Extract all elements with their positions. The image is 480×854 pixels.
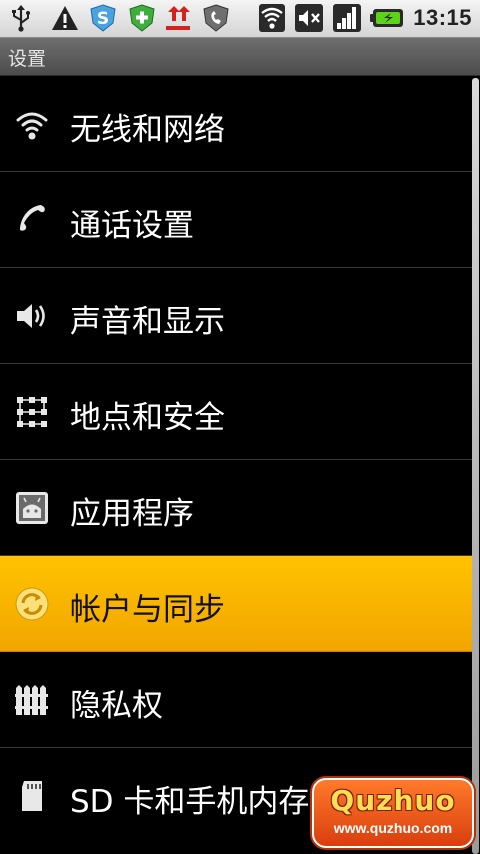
watermark-brand: Quzhuo — [330, 784, 456, 817]
wifi-icon — [259, 4, 285, 32]
plus-shield-icon — [129, 4, 155, 32]
phone-shield-icon — [203, 4, 229, 32]
settings-item-applications[interactable]: 应用程序 — [0, 460, 472, 556]
settings-item-accounts-sync[interactable]: 帐户与同步 — [0, 556, 472, 652]
settings-item-label: SD 卡和手机内存 — [70, 784, 310, 820]
shield-s-icon: S — [90, 4, 116, 32]
scrollbar[interactable] — [472, 78, 479, 854]
settings-list: 无线和网络 通话设置 声音和显示 地点和安全 应用程序 帐户与同步 隐私权 SD… — [0, 76, 472, 848]
status-time: 13:15 — [413, 5, 472, 30]
wifi-icon — [16, 112, 48, 140]
settings-item-sound-display[interactable]: 声音和显示 — [0, 268, 472, 364]
title-bar: 设置 — [0, 38, 480, 76]
settings-item-label: 帐户与同步 — [70, 592, 225, 628]
settings-item-location-security[interactable]: 地点和安全 — [0, 364, 472, 460]
settings-item-wireless[interactable]: 无线和网络 — [0, 76, 472, 172]
signal-icon — [333, 4, 361, 32]
pattern-lock-icon — [17, 397, 47, 427]
watermark-url: www.quzhuo.com — [333, 820, 453, 836]
speaker-icon — [17, 304, 45, 328]
warning-icon — [52, 6, 78, 30]
usb-icon — [12, 5, 30, 32]
sync-icon — [15, 587, 49, 621]
phone-icon — [20, 205, 45, 231]
settings-item-privacy[interactable]: 隐私权 — [0, 652, 472, 748]
battery-icon — [370, 9, 403, 27]
settings-item-label: 应用程序 — [70, 496, 194, 532]
settings-item-call[interactable]: 通话设置 — [0, 172, 472, 268]
page-title: 设置 — [8, 48, 47, 70]
settings-item-label: 通话设置 — [70, 208, 194, 244]
settings-item-label: 无线和网络 — [70, 112, 225, 148]
watermark-logo: Quzhuo www.quzhuo.com — [312, 778, 474, 848]
sd-card-icon — [22, 781, 42, 811]
settings-item-label: 声音和显示 — [70, 304, 225, 340]
status-bar: S 13:15 — [0, 0, 480, 38]
fence-icon — [15, 685, 48, 715]
upload-icon — [166, 6, 190, 30]
settings-item-label: 地点和安全 — [70, 400, 225, 436]
settings-item-label: 隐私权 — [70, 688, 163, 724]
mute-icon — [295, 4, 323, 32]
app-icon — [16, 492, 48, 524]
svg-text:S: S — [97, 9, 109, 29]
